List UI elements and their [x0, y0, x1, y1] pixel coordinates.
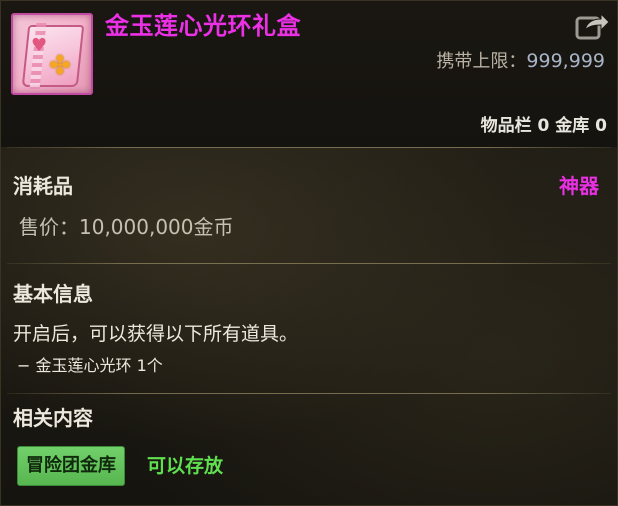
related-content-title: 相关内容: [13, 406, 93, 430]
sell-price: 售价：10,000,000金币: [19, 215, 234, 239]
item-description: 开启后，可以获得以下所有道具。: [13, 323, 299, 345]
item-name: 金玉莲心光环礼盒: [105, 12, 301, 40]
gift-bag-icon: ♥ ✤: [11, 13, 93, 95]
share-icon[interactable]: [573, 9, 611, 41]
heart-icon: ♥: [31, 35, 48, 56]
divider: [7, 393, 611, 394]
storage-count: 物品栏 0 金库 0: [480, 116, 607, 136]
divider: [7, 263, 611, 264]
basic-info-title: 基本信息: [13, 282, 93, 306]
adventure-vault-button[interactable]: 冒险团金库: [17, 446, 125, 486]
tooltip-header: ♥ ✤ 金玉莲心光环礼盒 携带上限：999,999 物品栏 0 金库 0: [1, 1, 617, 147]
storable-status: 可以存放: [147, 455, 224, 477]
divider: [7, 147, 611, 148]
clover-icon: ✤: [49, 51, 71, 81]
contents-list-item: − 金玉莲心光环 1个: [17, 356, 163, 375]
item-rarity: 神器: [559, 174, 599, 198]
carry-limit-value: 999,999: [526, 50, 605, 72]
carry-limit-label: 携带上限：: [436, 51, 527, 72]
item-type: 消耗品: [13, 174, 73, 198]
item-tooltip-panel: ♥ ✤ 金玉莲心光环礼盒 携带上限：999,999 物品栏 0 金库 0 消耗品…: [0, 0, 618, 506]
carry-limit: 携带上限：999,999: [436, 49, 605, 74]
